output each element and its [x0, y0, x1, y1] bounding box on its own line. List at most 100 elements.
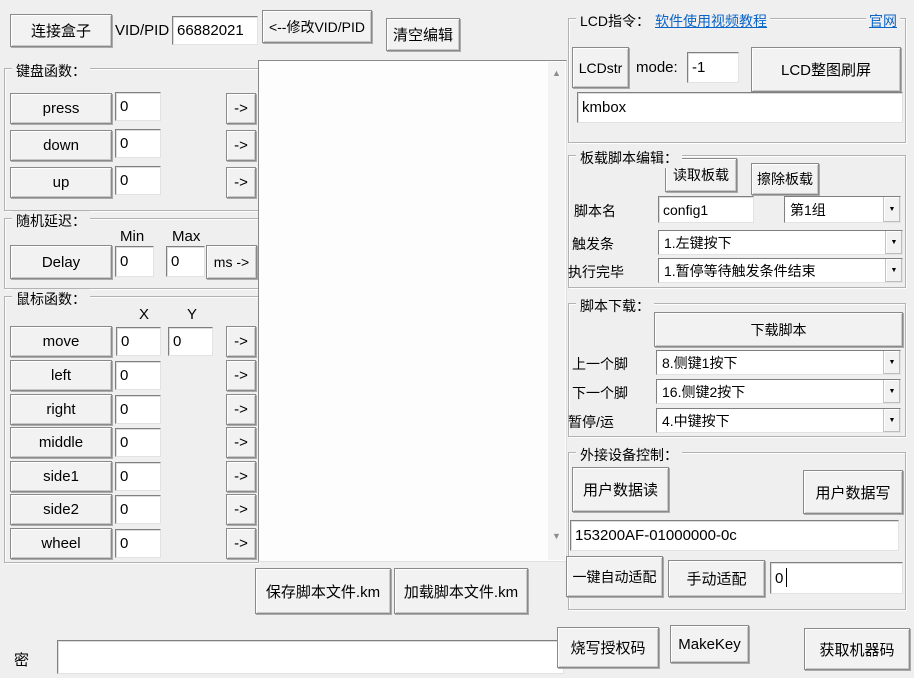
auto-adapt-button[interactable]: 一键自动适配 — [566, 556, 663, 597]
chevron-down-icon[interactable]: ▼ — [883, 409, 900, 432]
wheel-send-button[interactable]: -> — [226, 528, 256, 559]
manual-adapt-button[interactable]: 手动适配 — [668, 560, 765, 597]
right-button[interactable]: right — [10, 394, 112, 425]
script-name-input[interactable] — [658, 196, 754, 223]
on-finish-select[interactable]: 1.暂停等待触发条件结束 ▼ — [658, 258, 903, 283]
download-group-title: 脚本下载： — [576, 296, 654, 316]
move-x-input[interactable] — [116, 327, 161, 356]
delay-max-input[interactable] — [166, 246, 205, 277]
save-script-file-button[interactable]: 保存脚本文件.km — [255, 568, 391, 614]
prev-script-label: 上一个脚 — [572, 354, 628, 374]
load-script-file-button[interactable]: 加载脚本文件.km — [394, 568, 528, 614]
adapt-value-input[interactable] — [770, 562, 903, 594]
up-send-button[interactable]: -> — [226, 167, 256, 198]
delay-group-title: 随机延迟： — [12, 211, 90, 231]
next-script-select-value: 16.侧键2按下 — [657, 381, 883, 403]
vid-pid-label: VID/PID — [115, 22, 169, 39]
modify-vid-pid-button[interactable]: <--修改VID/PID — [262, 10, 372, 43]
keyboard-group-title: 键盘函数： — [12, 61, 90, 81]
press-button[interactable]: press — [10, 93, 112, 124]
chevron-down-icon[interactable]: ▼ — [883, 351, 900, 374]
scroll-down-icon[interactable]: ▼ — [548, 528, 565, 544]
wheel-value-input[interactable] — [115, 529, 161, 558]
pause-run-select[interactable]: 4.中键按下 ▼ — [656, 408, 901, 433]
burn-license-button[interactable]: 烧写授权码 — [557, 627, 659, 668]
middle-value-input[interactable] — [115, 428, 161, 457]
max-label: Max — [172, 228, 200, 245]
kmbox-controller-window: { "top_bar": { "connect_button": "连接盒子",… — [0, 0, 914, 678]
side1-button[interactable]: side1 — [10, 461, 112, 492]
left-button[interactable]: left — [10, 360, 112, 391]
user-data-write-button[interactable]: 用户数据写 — [803, 470, 903, 514]
mouse-group-title: 鼠标函数： — [12, 289, 90, 309]
download-script-button[interactable]: 下载脚本 — [654, 312, 903, 347]
trigger-condition-label: 触发条 — [572, 234, 614, 254]
side1-send-button[interactable]: -> — [226, 461, 256, 492]
move-send-button[interactable]: -> — [226, 326, 256, 357]
erase-onboard-button[interactable]: 擦除板载 — [751, 163, 819, 195]
up-value-input[interactable] — [115, 166, 161, 195]
press-send-button[interactable]: -> — [226, 93, 256, 124]
pause-run-select-value: 4.中键按下 — [657, 410, 883, 432]
clear-editor-button[interactable]: 清空编辑 — [386, 18, 460, 51]
pause-run-label: 暂停/运 — [568, 412, 614, 432]
down-button[interactable]: down — [10, 130, 112, 161]
script-group-select[interactable]: 第1组 ▼ — [784, 196, 901, 223]
side2-value-input[interactable] — [115, 495, 161, 524]
mode-input[interactable] — [687, 52, 739, 83]
next-script-select[interactable]: 16.侧键2按下 ▼ — [656, 379, 901, 404]
onboard-group-title: 板载脚本编辑： — [576, 148, 682, 168]
editor-scrollbar[interactable]: ▲ ▼ — [548, 62, 565, 560]
move-button[interactable]: move — [10, 326, 112, 357]
vid-pid-input[interactable] — [172, 16, 258, 45]
external-group-title: 外接设备控制： — [576, 445, 682, 465]
delay-button[interactable]: Delay — [10, 245, 112, 279]
official-site-link[interactable]: 官网 — [866, 11, 900, 31]
script-name-label: 脚本名 — [574, 201, 616, 221]
middle-send-button[interactable]: -> — [226, 427, 256, 458]
password-input[interactable] — [57, 640, 564, 674]
chevron-down-icon[interactable]: ▼ — [883, 197, 900, 222]
delay-send-button[interactable]: ms -> — [206, 245, 257, 279]
side2-button[interactable]: side2 — [10, 494, 112, 525]
lcdstr-button[interactable]: LCDstr — [572, 47, 629, 88]
lcd-text-input[interactable] — [577, 92, 903, 123]
chevron-down-icon[interactable]: ▼ — [885, 259, 902, 282]
prev-script-select[interactable]: 8.侧键1按下 ▼ — [656, 350, 901, 375]
wheel-button[interactable]: wheel — [10, 528, 112, 559]
lcd-full-refresh-button[interactable]: LCD整图刷屏 — [751, 47, 901, 92]
password-label: 密 — [14, 649, 29, 670]
scroll-up-icon[interactable]: ▲ — [548, 65, 565, 81]
video-tutorial-link[interactable]: 软件使用视频教程 — [652, 11, 770, 31]
user-data-read-button[interactable]: 用户数据读 — [572, 467, 669, 512]
chevron-down-icon[interactable]: ▼ — [883, 380, 900, 403]
device-id-input[interactable] — [570, 520, 899, 551]
get-machine-code-button[interactable]: 获取机器码 — [804, 628, 910, 670]
side1-value-input[interactable] — [115, 462, 161, 491]
on-finish-label: 执行完毕 — [568, 262, 624, 282]
middle-button[interactable]: middle — [10, 427, 112, 458]
connect-box-button[interactable]: 连接盒子 — [10, 14, 112, 47]
lcd-group-title: LCD指令： — [576, 11, 654, 31]
on-finish-select-value: 1.暂停等待触发条件结束 — [659, 260, 885, 282]
next-script-label: 下一个脚 — [572, 383, 628, 403]
left-send-button[interactable]: -> — [226, 360, 256, 391]
down-send-button[interactable]: -> — [226, 130, 256, 161]
up-button[interactable]: up — [10, 167, 112, 198]
prev-script-select-value: 8.侧键1按下 — [657, 352, 883, 374]
side2-send-button[interactable]: -> — [226, 494, 256, 525]
chevron-down-icon[interactable]: ▼ — [885, 231, 902, 254]
delay-min-input[interactable] — [115, 246, 154, 277]
press-value-input[interactable] — [115, 92, 161, 121]
right-send-button[interactable]: -> — [226, 394, 256, 425]
trigger-condition-select[interactable]: 1.左键按下 ▼ — [658, 230, 903, 255]
move-y-input[interactable] — [168, 327, 213, 356]
min-label: Min — [120, 228, 144, 245]
make-key-button[interactable]: MakeKey — [670, 625, 749, 663]
mouse-x-label: X — [139, 306, 149, 323]
left-value-input[interactable] — [115, 361, 161, 390]
text-caret — [786, 568, 787, 587]
down-value-input[interactable] — [115, 129, 161, 158]
script-editor[interactable]: ▲ ▼ — [258, 60, 567, 562]
right-value-input[interactable] — [115, 395, 161, 424]
